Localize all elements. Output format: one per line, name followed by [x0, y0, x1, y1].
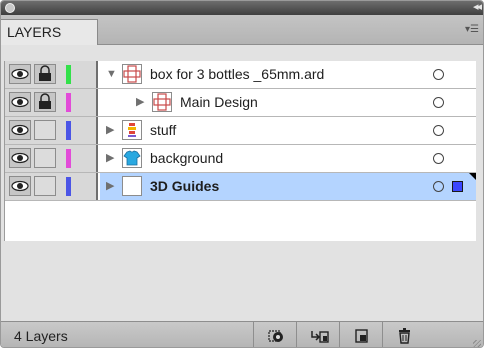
target-icon[interactable]	[433, 153, 444, 164]
box-grid-icon	[152, 92, 172, 112]
panel-menu-icon[interactable]: ▾☰	[465, 24, 479, 35]
layer-controls	[5, 145, 98, 172]
layer-name-cell[interactable]: ▶ Main Design	[100, 89, 476, 116]
create-sublayer-button[interactable]	[296, 322, 339, 347]
panel-footer: 4 Layers	[1, 321, 483, 347]
lock-toggle[interactable]	[34, 176, 56, 196]
target-icon[interactable]	[433, 69, 444, 80]
layer-color-swatch	[66, 65, 71, 84]
layer-color-swatch	[66, 149, 71, 168]
layers-panel: ◂◂ LAYERS ▾☰ ▼ box for 3 bottles _65mm.a…	[0, 0, 484, 348]
new-layer-icon	[355, 329, 368, 343]
lock-icon	[39, 65, 51, 81]
layer-color-swatch	[66, 93, 71, 112]
layer-row[interactable]: ▼ box for 3 bottles _65mm.ard	[5, 61, 476, 89]
layer-controls	[5, 173, 98, 200]
lock-toggle[interactable]	[34, 148, 56, 168]
collapse-icon[interactable]: ◂◂	[473, 1, 482, 13]
lock-icon	[39, 93, 51, 109]
target-icon[interactable]	[433, 97, 444, 108]
layer-color-swatch	[66, 121, 71, 140]
layer-color-swatch	[66, 177, 71, 196]
close-icon[interactable]	[5, 3, 15, 13]
layer-name-cell[interactable]: ▼ box for 3 bottles _65mm.ard	[100, 61, 476, 88]
layer-name[interactable]: Main Design	[180, 94, 258, 110]
layer-row[interactable]: ▶ stuff	[5, 117, 476, 145]
disclosure-collapsed-icon[interactable]: ▶	[106, 152, 114, 164]
eye-icon	[11, 68, 29, 80]
shirt-icon	[122, 148, 142, 168]
tab-bar: LAYERS ▾☰	[1, 15, 483, 45]
layer-row[interactable]: ▶ Main Design	[5, 89, 476, 117]
make-clip-mask-button[interactable]	[253, 322, 296, 347]
make-clip-mask-icon	[268, 330, 283, 342]
layer-row[interactable]: ▶ background	[5, 145, 476, 173]
target-icon[interactable]	[433, 181, 444, 192]
blank-icon	[122, 176, 142, 196]
visibility-toggle[interactable]	[9, 120, 31, 140]
box-grid-icon	[122, 64, 142, 84]
eye-icon	[11, 124, 29, 136]
target-icon[interactable]	[433, 125, 444, 136]
layer-name-cell[interactable]: ▶ stuff	[100, 117, 476, 144]
eye-icon	[11, 96, 29, 108]
layers-list: ▼ box for 3 bottles _65mm.ard ▶ Main Des…	[4, 61, 476, 241]
lock-toggle[interactable]	[34, 92, 56, 112]
disclosure-collapsed-icon[interactable]: ▶	[106, 124, 114, 136]
layer-name-cell[interactable]: ▶ background	[100, 145, 476, 172]
trash-icon	[399, 328, 410, 344]
disclosure-collapsed-icon[interactable]: ▶	[106, 180, 114, 192]
selected-art-indicator[interactable]	[452, 181, 463, 192]
lock-toggle[interactable]	[34, 64, 56, 84]
visibility-toggle[interactable]	[9, 64, 31, 84]
eye-icon	[11, 152, 29, 164]
new-layer-button[interactable]	[339, 322, 382, 347]
tab-layers[interactable]: LAYERS	[1, 19, 98, 45]
disclosure-expanded-icon[interactable]: ▼	[106, 68, 117, 80]
visibility-toggle[interactable]	[9, 176, 31, 196]
layer-name-cell[interactable]: ▶ 3D Guides	[100, 173, 476, 200]
layer-row[interactable]: ▶ 3D Guides	[5, 173, 476, 201]
layer-name[interactable]: box for 3 bottles _65mm.ard	[150, 66, 324, 82]
disclosure-collapsed-icon[interactable]: ▶	[136, 96, 144, 108]
visibility-toggle[interactable]	[9, 92, 31, 112]
lock-toggle[interactable]	[34, 120, 56, 140]
layer-name[interactable]: 3D Guides	[150, 178, 219, 194]
create-sublayer-icon	[311, 331, 329, 343]
artwork-icon	[122, 120, 142, 140]
panel-titlebar[interactable]: ◂◂	[1, 1, 483, 15]
delete-layer-button[interactable]	[382, 322, 425, 347]
eye-icon	[11, 180, 29, 192]
layer-count: 4 Layers	[14, 328, 68, 344]
layer-controls	[5, 61, 98, 88]
current-layer-indicator	[469, 173, 476, 180]
layer-controls	[5, 89, 98, 116]
layer-name[interactable]: background	[150, 150, 223, 166]
layer-controls	[5, 117, 98, 144]
layer-name[interactable]: stuff	[150, 122, 176, 138]
visibility-toggle[interactable]	[9, 148, 31, 168]
resize-grip[interactable]	[473, 340, 481, 347]
